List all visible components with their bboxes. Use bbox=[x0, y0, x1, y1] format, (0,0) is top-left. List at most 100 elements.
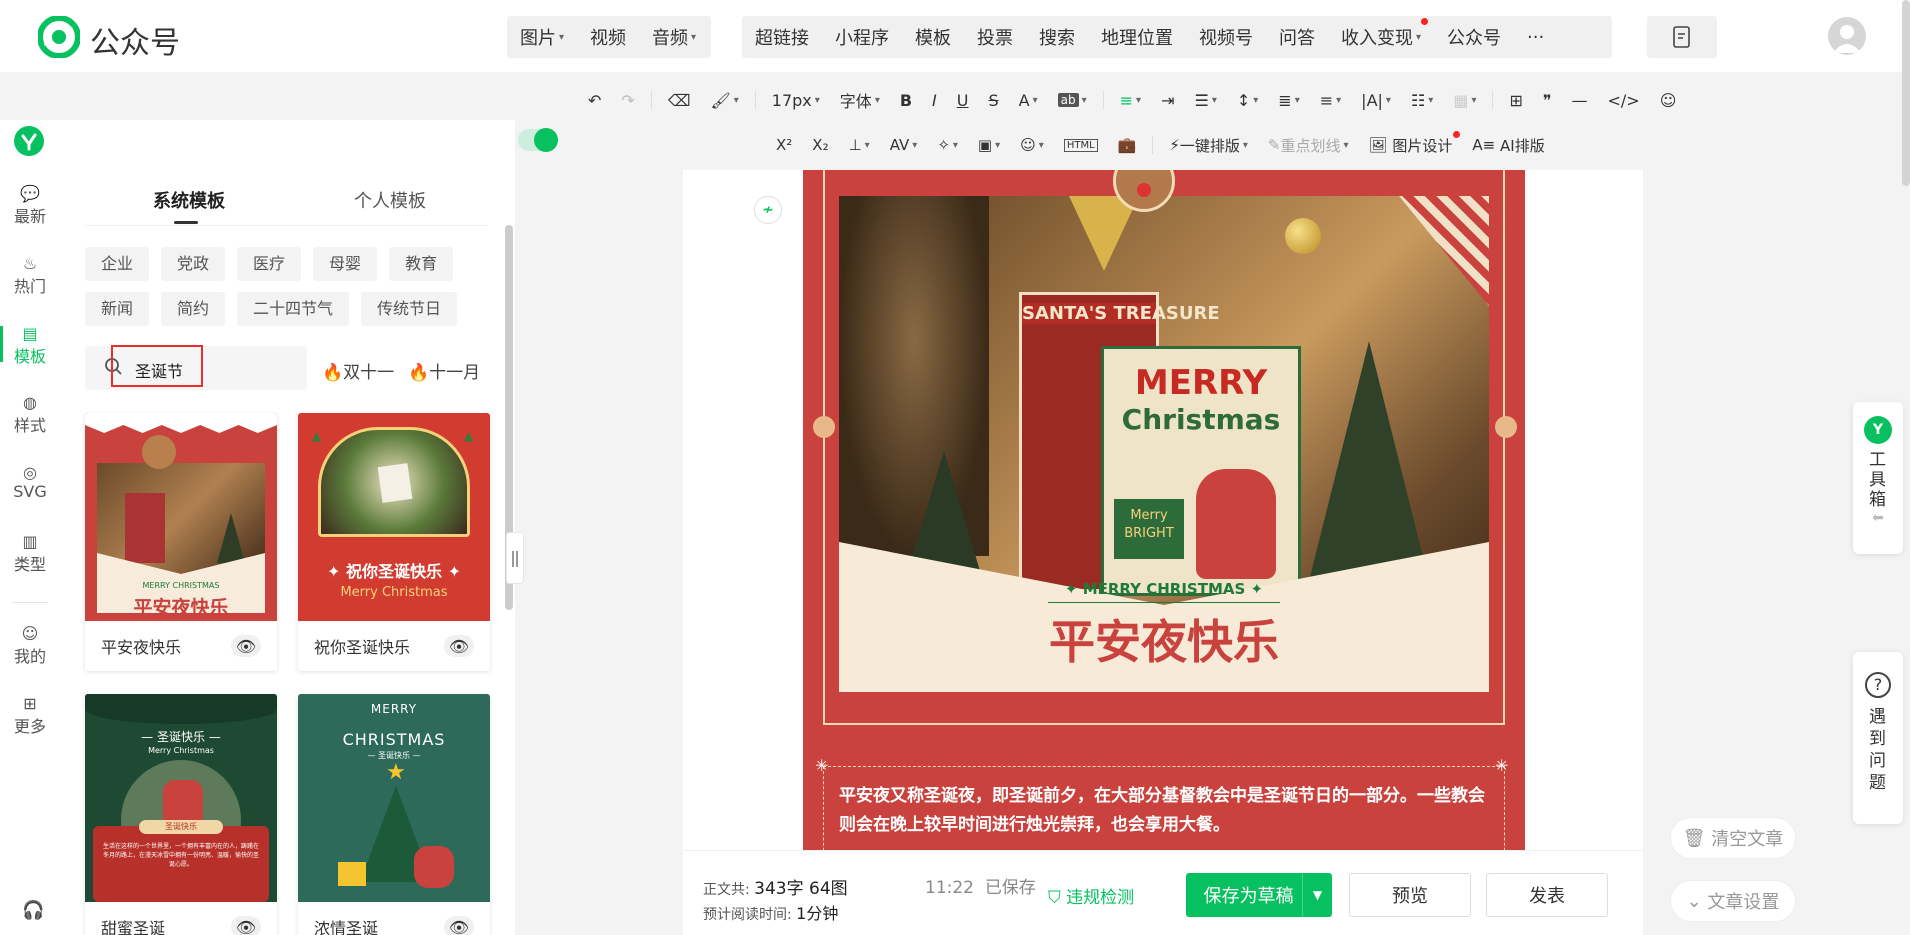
magic-wand-icon[interactable]: ✧ ▾ bbox=[937, 136, 958, 154]
subtab-personal-templates[interactable]: 个人模板 bbox=[354, 187, 426, 213]
chip-maternity[interactable]: 母婴 bbox=[313, 247, 378, 281]
template-card[interactable]: MERRY CHRISTMAS — 圣诞快乐 — ★ 浓情圣诞 👁 bbox=[298, 694, 490, 935]
headset-icon[interactable]: 🎧 bbox=[22, 900, 44, 921]
rail-item-fire[interactable]: ♨ 热门 bbox=[0, 254, 60, 297]
plugin-toggle[interactable] bbox=[518, 128, 558, 152]
subscript-icon[interactable]: X₂ bbox=[812, 136, 828, 154]
preview-eye-icon[interactable]: 👁 bbox=[444, 635, 474, 657]
rail-item-grid[interactable]: ⊞ 更多 bbox=[0, 694, 60, 737]
nav-monetize-button[interactable]: 收入变现 ▾ bbox=[1328, 18, 1434, 50]
italic-icon[interactable]: I bbox=[932, 91, 937, 110]
rail-item-user[interactable]: ☺ 我的 bbox=[0, 624, 60, 667]
plugin-badge-icon[interactable]: ≁ bbox=[754, 196, 782, 224]
paragraph-spacing-icon[interactable]: ☰ ▾ bbox=[1194, 91, 1216, 110]
briefcase-icon[interactable]: 💼 bbox=[1118, 136, 1137, 154]
rail-item-columns[interactable]: ▥ 类型 bbox=[0, 532, 60, 575]
one-click-layout-button[interactable]: ⚡ 一键排版 ▾ bbox=[1169, 135, 1248, 156]
image-design-button[interactable]: 🖼 图片设计 bbox=[1369, 130, 1461, 156]
nav-more-button[interactable]: ··· bbox=[1514, 27, 1557, 48]
nav-vote-button[interactable]: 投票 bbox=[964, 24, 1026, 50]
page-scrollbar[interactable] bbox=[1902, 0, 1910, 186]
nav-qa-button[interactable]: 问答 bbox=[1266, 24, 1328, 50]
insert-image-icon[interactable]: ▣ ▾ bbox=[978, 136, 1000, 154]
nav-hyperlink-button[interactable]: 超链接 bbox=[742, 24, 822, 50]
article-settings-button[interactable]: ⌄ 文章设置 bbox=[1670, 880, 1796, 922]
nav-video-button[interactable]: 视频 bbox=[577, 24, 639, 50]
emoji-icon[interactable]: ☺ bbox=[1660, 91, 1677, 110]
nav-location-button[interactable]: 地理位置 bbox=[1088, 24, 1186, 50]
rail-item-svg[interactable]: ◎ SVG bbox=[0, 463, 60, 501]
format-painter-icon[interactable]: 🖌 ▾ bbox=[710, 91, 738, 110]
chip-education[interactable]: 教育 bbox=[389, 247, 454, 281]
letter-spacing-icon[interactable]: |A| ▾ bbox=[1361, 91, 1391, 110]
nav-search-button[interactable]: 搜索 bbox=[1026, 24, 1088, 50]
align-icon[interactable]: ≡ ▾ bbox=[1120, 91, 1141, 110]
horizontal-rule-icon[interactable]: — bbox=[1571, 91, 1587, 110]
clear-article-button[interactable]: 🗑 清空文章 bbox=[1670, 817, 1796, 859]
chip-solar-terms[interactable]: 二十四节气 bbox=[237, 292, 350, 326]
ai-layout-button[interactable]: A≡ AI排版 bbox=[1472, 135, 1544, 156]
preview-eye-icon[interactable]: 👁 bbox=[444, 916, 474, 935]
hot-tag-november[interactable]: 🔥十一月 bbox=[408, 358, 480, 383]
chip-party[interactable]: 党政 bbox=[161, 247, 226, 281]
table-icon[interactable]: ⊞ bbox=[1509, 91, 1522, 110]
chip-medical[interactable]: 医疗 bbox=[237, 247, 302, 281]
underline-icon[interactable]: U bbox=[957, 91, 969, 110]
article-body[interactable]: 平安夜又称圣诞夜，即圣诞前夕，在大部分基督教会中是圣诞节日的一部分。一些教会则会… bbox=[839, 782, 1489, 840]
bold-icon[interactable]: B bbox=[900, 91, 912, 110]
nav-template-button[interactable]: 模板 bbox=[902, 24, 964, 50]
indent-icon[interactable]: ⇥ bbox=[1161, 91, 1174, 110]
nav-audio-button[interactable]: 音频 ▾ bbox=[639, 24, 709, 50]
template-card[interactable]: MERRY CHRISTMAS 平安夜快乐 平安夜快乐 👁 bbox=[85, 413, 277, 671]
preview-button[interactable]: 预览 bbox=[1349, 873, 1471, 917]
eraser-icon[interactable]: ⌫ bbox=[668, 91, 691, 110]
list-icon[interactable]: ☷ ▾ bbox=[1411, 91, 1433, 110]
template-card[interactable]: ▲ ▲ ✦ 祝你圣诞快乐 ✦ Merry Christmas 祝你圣诞快乐 👁 bbox=[298, 413, 490, 671]
document-button[interactable] bbox=[1647, 16, 1717, 58]
quote-icon[interactable]: ❞ bbox=[1543, 91, 1552, 110]
html-icon[interactable]: HTML bbox=[1063, 138, 1098, 152]
highlight-color-icon[interactable]: ab ▾ bbox=[1057, 93, 1087, 107]
line-spacing-icon[interactable]: ↕ ▾ bbox=[1237, 91, 1258, 110]
rail-item-palette[interactable]: ◍ 样式 bbox=[0, 393, 60, 436]
save-options-dropdown[interactable]: ▼ bbox=[1302, 873, 1332, 917]
save-draft-button[interactable]: 保存为草稿 bbox=[1186, 873, 1311, 917]
strikethrough-icon[interactable]: S bbox=[988, 91, 998, 110]
rail-item-chat[interactable]: 💬 最新 bbox=[0, 184, 60, 227]
font-family-select[interactable]: 字体 ▾ bbox=[840, 88, 880, 112]
char-spacing-icon[interactable]: AV ▾ bbox=[890, 136, 918, 154]
article-template-block[interactable]: SANTA'S TREASURE MERRY Christmas Merry BR… bbox=[803, 170, 1525, 850]
emphasis-line-button[interactable]: ✎ 重点划线 ▾ bbox=[1268, 135, 1349, 156]
nav-image-button[interactable]: 图片 ▾ bbox=[507, 24, 577, 50]
nav-channels-button[interactable]: 视频号 bbox=[1186, 24, 1266, 50]
avatar[interactable] bbox=[1828, 17, 1866, 55]
text-indent-icon[interactable]: ⊥ ▾ bbox=[849, 136, 870, 154]
font-color-icon[interactable]: A ▾ bbox=[1019, 91, 1038, 110]
spacing-after-icon[interactable]: ≡ ▾ bbox=[1320, 91, 1341, 110]
redo-icon[interactable]: ↷ bbox=[621, 91, 634, 110]
font-size-select[interactable]: 17px ▾ bbox=[772, 91, 820, 110]
nav-official-account-button[interactable]: 公众号 bbox=[1434, 24, 1514, 50]
hot-tag-double-eleven[interactable]: 🔥双十一 bbox=[322, 358, 394, 383]
help-float[interactable]: ? 遇到问题 bbox=[1853, 652, 1903, 824]
spacing-before-icon[interactable]: ≣ ▾ bbox=[1278, 91, 1299, 110]
template-card[interactable]: — 圣诞快乐 — Merry Christmas 圣诞快乐 生活在这样的一个世界… bbox=[85, 694, 277, 935]
chip-simple[interactable]: 简约 bbox=[161, 292, 226, 326]
nav-miniprogram-button[interactable]: 小程序 bbox=[822, 24, 902, 50]
collapse-panel-handle[interactable] bbox=[506, 532, 524, 584]
chip-traditional-festivals[interactable]: 传统节日 bbox=[361, 292, 458, 326]
publish-button[interactable]: 发表 bbox=[1486, 873, 1608, 917]
image-layout-icon[interactable]: ▦ ▾ bbox=[1453, 91, 1476, 110]
subtab-system-templates[interactable]: 系统模板 bbox=[153, 187, 225, 213]
preview-eye-icon[interactable]: 👁 bbox=[231, 635, 261, 657]
preview-eye-icon[interactable]: 👁 bbox=[231, 916, 261, 935]
code-icon[interactable]: </> bbox=[1607, 91, 1639, 110]
chip-enterprise[interactable]: 企业 bbox=[85, 247, 150, 281]
toolbox-float[interactable]: Y 工具箱 ⬅ bbox=[1853, 402, 1903, 554]
superscript-icon[interactable]: X² bbox=[776, 136, 792, 154]
undo-icon[interactable]: ↶ bbox=[588, 91, 601, 110]
compliance-check-link[interactable]: ⛉ 违规检测 bbox=[1048, 883, 1134, 908]
rail-item-template[interactable]: ▤ 模板 bbox=[0, 324, 60, 367]
chip-news[interactable]: 新闻 bbox=[85, 292, 150, 326]
sticker-icon[interactable]: ☺ ▾ bbox=[1020, 136, 1044, 154]
